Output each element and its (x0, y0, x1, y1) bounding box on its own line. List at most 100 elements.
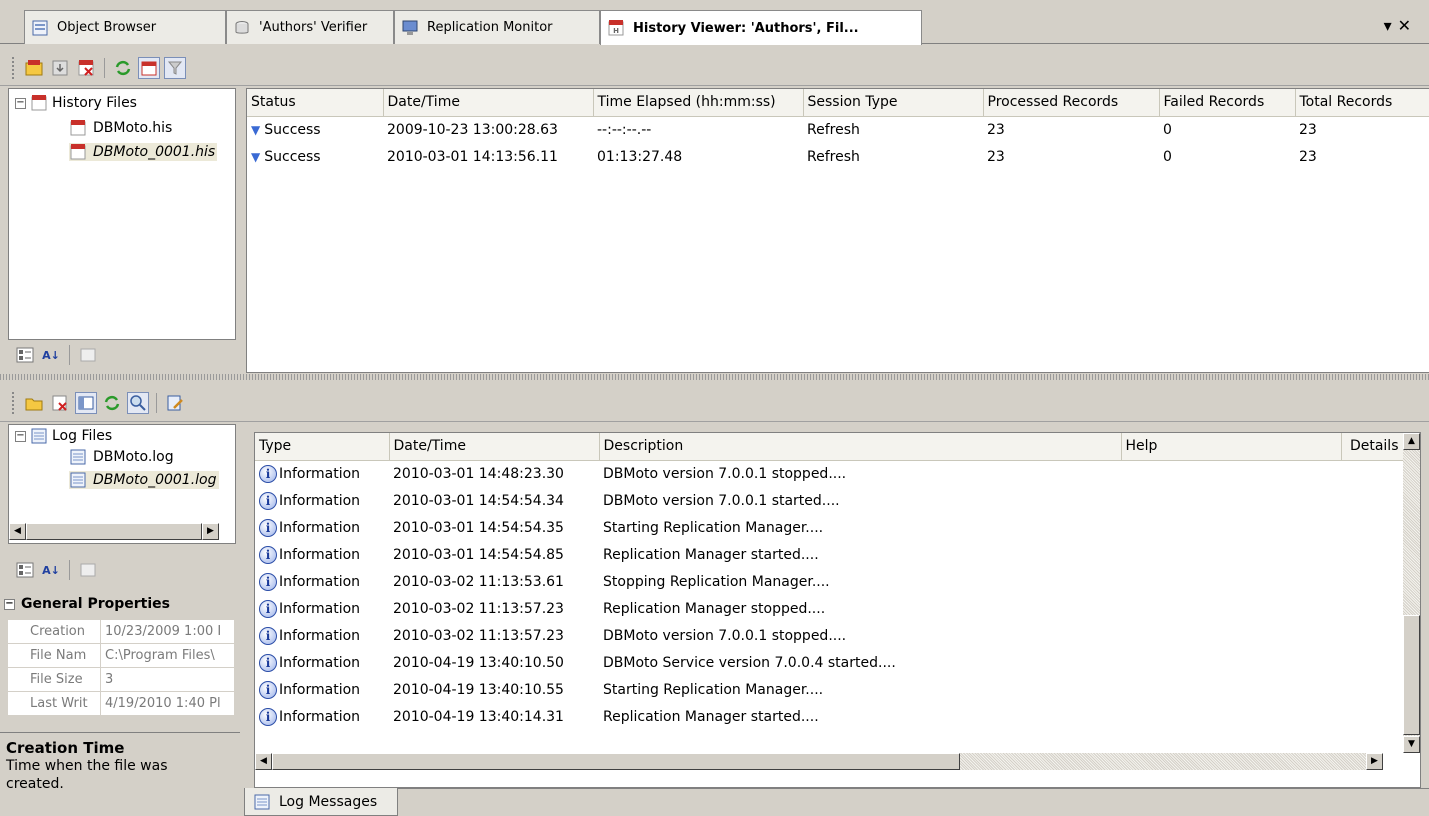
status-cell: ▼ Success (247, 143, 383, 170)
scroll-right-button[interactable]: ▶ (1366, 753, 1383, 770)
table-row[interactable]: i Information 2010-04-19 13:40:14.31 Replic… (255, 703, 1403, 730)
column-header[interactable]: Date/Time (389, 433, 600, 461)
find-button[interactable] (127, 391, 149, 414)
log-file-icon (70, 472, 86, 488)
table-row[interactable]: i Information 2010-03-01 14:54:54.35 Starti… (255, 514, 1403, 541)
refresh-log-button[interactable] (101, 392, 123, 414)
delete-history-icon (78, 59, 94, 76)
scroll-left-button[interactable]: ◀ (9, 523, 26, 540)
property-grid: − General Properties Creation 10/23/2009 … (0, 590, 240, 722)
tree-node-log-files[interactable]: − Log Files (15, 427, 112, 445)
categorized-button[interactable] (14, 559, 36, 581)
table-row[interactable]: ▼ Success 2009-10-23 13:00:28.63 --:--:--… (247, 116, 1429, 143)
tree-item-dbmoto-0001-his[interactable]: DBMoto_0001.his (69, 143, 218, 161)
scroll-thumb[interactable] (26, 523, 202, 540)
alphabetical-button[interactable]: A↓ (40, 559, 62, 581)
column-header[interactable]: Help (1121, 433, 1342, 461)
history-toolbar (0, 50, 1429, 86)
property-pages-button[interactable] (77, 344, 99, 366)
log-files-tree: − Log Files DBMoto.log DBMoto_0001.log ◀… (8, 424, 236, 544)
tab-label: Replication Monitor (427, 20, 553, 35)
column-header[interactable]: Time Elapsed (hh:mm:ss) (593, 89, 804, 117)
toolbar-separator (69, 560, 70, 580)
type-cell: i Information (255, 541, 389, 568)
scroll-right-button[interactable]: ▶ (202, 523, 219, 540)
close-icon[interactable]: ✕ (1398, 16, 1417, 35)
scroll-up-button[interactable]: ▲ (1403, 433, 1420, 450)
collapse-icon[interactable]: − (15, 430, 26, 442)
table-row[interactable]: i Information 2010-03-02 11:13:57.23 Replic… (255, 595, 1403, 622)
table-cell (1121, 487, 1341, 514)
table-row[interactable]: i Information 2010-03-01 14:54:54.85 Replic… (255, 541, 1403, 568)
tree-item-dbmoto-log[interactable]: DBMoto.log (69, 448, 174, 466)
table-cell (1121, 703, 1341, 730)
horizontal-scroll-track[interactable] (960, 753, 1366, 770)
table-row[interactable]: i Information 2010-03-01 14:48:23.30 DBMoto… (255, 460, 1403, 487)
log-file-icon (70, 449, 86, 465)
import-button[interactable] (49, 57, 71, 79)
tab-label: History Viewer: 'Authors', Fil... (633, 20, 859, 36)
status-text: Success (264, 148, 321, 165)
property-row[interactable]: File Nam C:\Program Files\ (8, 644, 234, 668)
property-category-general[interactable]: − General Properties (0, 590, 240, 618)
refresh-button[interactable] (112, 57, 134, 79)
tree-node-history-files[interactable]: − History Files (15, 94, 137, 112)
tab-history-viewer[interactable]: H History Viewer: 'Authors', Fil... (600, 10, 922, 45)
vertical-scroll-thumb[interactable] (1403, 615, 1420, 735)
tab-authors-verifier[interactable]: 'Authors' Verifier (226, 10, 394, 44)
table-row[interactable]: i Information 2010-03-02 11:13:57.23 DBMoto… (255, 622, 1403, 649)
column-header[interactable]: Processed Records (983, 89, 1160, 117)
table-cell: Stopping Replication Manager.... (603, 573, 830, 590)
tree-item-dbmoto-his[interactable]: DBMoto.his (69, 119, 172, 137)
view-button[interactable] (75, 391, 97, 414)
table-row[interactable]: i Information 2010-04-19 13:40:10.50 DBMoto… (255, 649, 1403, 676)
type-cell: i Information (255, 460, 389, 487)
find-icon (130, 394, 146, 411)
collapse-icon[interactable]: − (4, 598, 15, 610)
open-log-icon (25, 398, 43, 410)
table-cell: --:--:--.-- (597, 121, 652, 138)
calendar-button[interactable] (138, 56, 160, 79)
property-pages-button[interactable] (77, 559, 99, 581)
table-row[interactable]: i Information 2010-03-01 14:54:54.34 DBMoto… (255, 487, 1403, 514)
type-text: Information (279, 519, 361, 536)
column-header[interactable]: Total Records (1295, 89, 1429, 117)
categorized-button[interactable] (14, 344, 36, 366)
tab-dropdown-icon[interactable]: ▾ (1384, 16, 1398, 35)
column-header[interactable]: Type (255, 433, 390, 461)
property-row[interactable]: Last Writ 4/19/2010 1:40 Pl (8, 692, 234, 716)
column-header[interactable]: Date/Time (383, 89, 594, 117)
column-header[interactable]: Description (599, 433, 1122, 461)
column-header[interactable]: Details (1341, 433, 1404, 461)
table-cell: 23 (987, 121, 1005, 138)
column-header[interactable]: Status (247, 89, 384, 117)
object-browser-icon (32, 20, 48, 35)
table-cell: 0 (1163, 148, 1172, 165)
filter-button[interactable] (164, 56, 186, 79)
tree-item-dbmoto-0001-log[interactable]: DBMoto_0001.log (69, 471, 219, 489)
delete-log-button[interactable] (49, 392, 71, 414)
property-row[interactable]: Creation 10/23/2009 1:00 I (8, 620, 234, 644)
property-row[interactable]: File Size 3 (8, 668, 234, 692)
table-cell: 0 (1163, 121, 1172, 138)
tab-object-browser[interactable]: Object Browser (24, 10, 226, 44)
open-log-button[interactable] (23, 392, 45, 414)
open-history-button[interactable] (23, 57, 45, 79)
collapse-icon[interactable]: − (15, 97, 26, 109)
horizontal-scroll-thumb[interactable] (272, 753, 960, 770)
delete-history-button[interactable] (75, 57, 97, 79)
alphabetical-button[interactable]: A↓ (40, 344, 62, 366)
column-header[interactable]: Session Type (803, 89, 984, 117)
tab-log-messages[interactable]: Log Messages (244, 788, 398, 816)
table-row[interactable]: i Information 2010-04-19 13:40:10.55 Starti… (255, 676, 1403, 703)
tab-replication-monitor[interactable]: Replication Monitor (394, 10, 600, 44)
table-row[interactable]: i Information 2010-03-02 11:13:53.61 Stoppi… (255, 568, 1403, 595)
scroll-down-button[interactable]: ▼ (1403, 736, 1420, 753)
column-header[interactable]: Failed Records (1159, 89, 1296, 117)
type-text: Information (279, 546, 361, 563)
tab-controls: ▾✕ (1384, 16, 1417, 35)
table-row[interactable]: ▼ Success 2010-03-01 14:13:56.11 01:13:27… (247, 143, 1429, 170)
scroll-left-button[interactable]: ◀ (255, 753, 272, 770)
horizontal-splitter[interactable] (0, 374, 1429, 380)
edit-button[interactable] (164, 392, 186, 414)
